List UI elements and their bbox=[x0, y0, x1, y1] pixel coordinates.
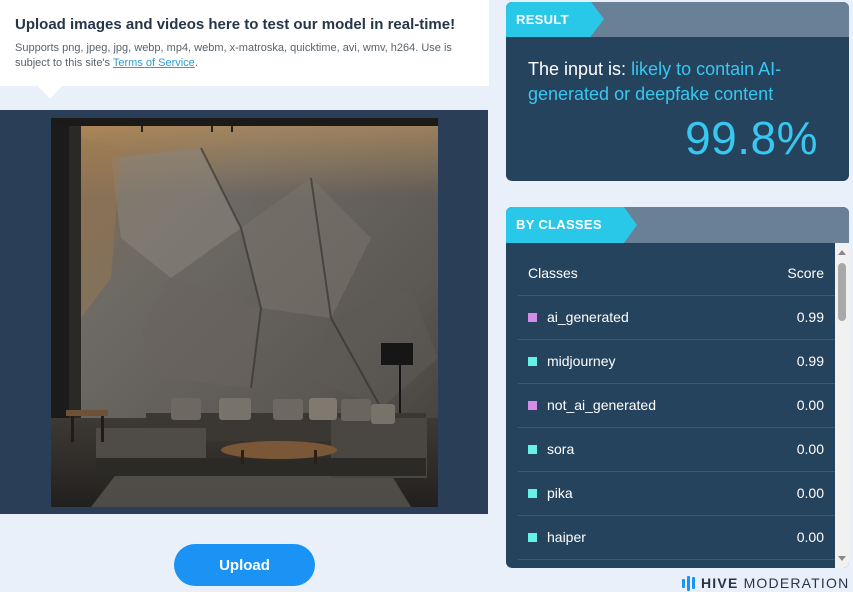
class-color-swatch bbox=[528, 313, 537, 322]
result-card: RESULT The input is: likely to contain A… bbox=[506, 2, 849, 181]
class-color-swatch bbox=[528, 445, 537, 454]
upload-info-title: Upload images and videos here to test ou… bbox=[15, 16, 456, 33]
upload-info-panel: Upload images and videos here to test ou… bbox=[0, 0, 489, 99]
class-name: midjourney bbox=[547, 353, 616, 369]
hive-logo-bars-icon bbox=[682, 575, 695, 591]
result-card-header: RESULT bbox=[506, 2, 849, 37]
table-row: haiper 0.00 bbox=[518, 516, 835, 560]
logo-text: HIVE MODERATION bbox=[701, 575, 849, 591]
class-score: 0.00 bbox=[796, 529, 824, 545]
class-score: 0.99 bbox=[796, 353, 824, 369]
result-prefix: The input is: bbox=[528, 59, 632, 79]
classes-card: BY CLASSES Classes Score ai_generated 0.… bbox=[506, 207, 849, 568]
classes-rows: ai_generated 0.99 midjourney 0.99 not_ai… bbox=[518, 296, 835, 560]
class-name: not_ai_generated bbox=[547, 397, 656, 413]
scrollbar-thumb[interactable] bbox=[838, 263, 846, 321]
class-score: 0.00 bbox=[796, 485, 824, 501]
upload-button[interactable]: Upload bbox=[174, 544, 315, 586]
by-classes-tag: BY CLASSES bbox=[506, 207, 637, 243]
living-room-image bbox=[51, 118, 438, 507]
class-name: ai_generated bbox=[547, 309, 629, 325]
supported-formats-text: Supports png, jpeg, jpg, webp, mp4, webm… bbox=[15, 42, 452, 69]
uploaded-image bbox=[51, 118, 438, 507]
classes-card-header: BY CLASSES bbox=[506, 207, 849, 243]
class-color-swatch bbox=[528, 357, 537, 366]
class-name: sora bbox=[547, 441, 575, 457]
class-score: 0.00 bbox=[796, 397, 824, 413]
table-row: sora 0.00 bbox=[518, 428, 835, 472]
classes-column-header: Classes bbox=[528, 265, 578, 281]
table-row: midjourney 0.99 bbox=[518, 340, 835, 384]
hive-moderation-logo: HIVE MODERATION bbox=[682, 575, 849, 591]
logo-text-bold: HIVE bbox=[701, 575, 739, 591]
table-row: not_ai_generated 0.00 bbox=[518, 384, 835, 428]
class-color-swatch bbox=[528, 401, 537, 410]
classes-scrollbar[interactable] bbox=[835, 243, 849, 568]
scroll-up-arrow-icon[interactable] bbox=[838, 250, 846, 255]
classes-table-header: Classes Score bbox=[518, 261, 835, 296]
class-name: pika bbox=[547, 485, 573, 501]
result-percentage: 99.8% bbox=[685, 112, 818, 164]
score-column-header: Score bbox=[787, 265, 824, 281]
upload-info-text: Supports png, jpeg, jpg, webp, mp4, webm… bbox=[15, 41, 475, 71]
result-tag: RESULT bbox=[506, 2, 604, 37]
class-color-swatch bbox=[528, 533, 537, 542]
class-name: haiper bbox=[547, 529, 586, 545]
info-text-end: . bbox=[194, 57, 198, 69]
class-score: 0.99 bbox=[796, 309, 824, 325]
media-preview bbox=[0, 110, 488, 514]
logo-text-rest: MODERATION bbox=[738, 575, 850, 591]
table-row: ai_generated 0.99 bbox=[518, 296, 835, 340]
class-color-swatch bbox=[528, 489, 537, 498]
terms-of-service-link[interactable]: Terms of Service bbox=[113, 57, 195, 69]
classes-table[interactable]: Classes Score ai_generated 0.99 midjourn… bbox=[506, 243, 835, 568]
class-score: 0.00 bbox=[796, 441, 824, 457]
result-statement: The input is: likely to contain AI-gener… bbox=[528, 57, 828, 107]
table-row: pika 0.00 bbox=[518, 472, 835, 516]
scroll-down-arrow-icon[interactable] bbox=[838, 556, 846, 561]
